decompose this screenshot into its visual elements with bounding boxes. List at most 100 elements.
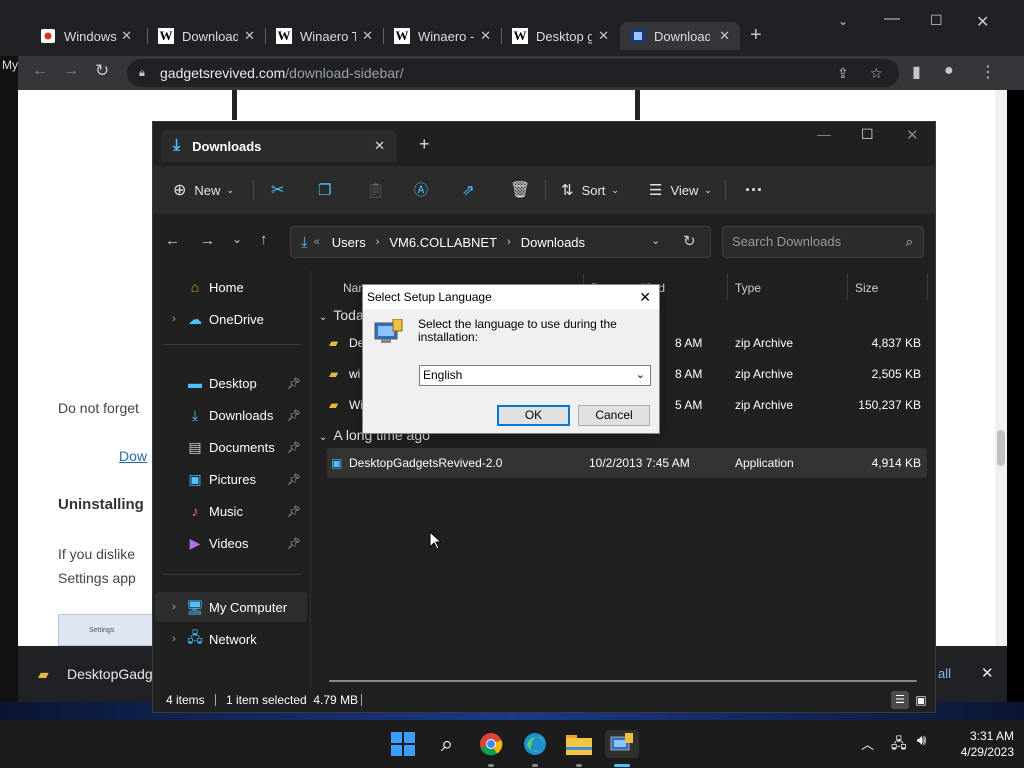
copy-icon[interactable]: ❐	[318, 166, 331, 214]
explorer-tab[interactable]: ⤓ Downloads ✕	[161, 130, 397, 162]
sidebar-item-my-computer[interactable]: › 🖥︎ My Computer	[155, 592, 307, 622]
download-link[interactable]: Dow	[119, 448, 147, 464]
search-input[interactable]: Search Downloads ⌕	[722, 226, 924, 258]
cancel-button[interactable]: Cancel	[578, 405, 650, 426]
close-tab-icon[interactable]: ✕	[598, 28, 609, 44]
breadcrumb-item[interactable]: Users	[332, 235, 366, 250]
column-header-size[interactable]: Size	[855, 276, 878, 300]
side-panel-icon[interactable]: ▮	[912, 62, 921, 82]
minimize-icon[interactable]: —	[884, 10, 900, 28]
table-row-selected[interactable]: ▣ DesktopGadgetsRevived-2.0 10/2/2013 7:…	[327, 448, 927, 478]
start-icon[interactable]	[389, 730, 417, 758]
up-icon[interactable]: ↑	[260, 231, 268, 248]
browser-tab[interactable]: W Download ✕	[148, 22, 265, 50]
show-hidden-icons-icon[interactable]: ︿	[861, 734, 874, 753]
view-button[interactable]: ☰ View ⌄	[649, 166, 712, 214]
back-icon[interactable]: ←	[32, 62, 48, 80]
browser-tab-active[interactable]: Download ✕	[620, 22, 740, 50]
horizontal-scrollbar[interactable]	[329, 680, 917, 682]
sidebar-item-network[interactable]: › 🖧︎ Network	[163, 624, 307, 654]
forward-icon[interactable]: →	[200, 232, 215, 249]
close-tab-icon[interactable]: ✕	[719, 28, 730, 44]
breadcrumb-item[interactable]: VM6.COLLABNET	[389, 235, 497, 250]
url-bar[interactable]: 🔒︎ gadgetsrevived.com/download-sidebar/ …	[127, 59, 899, 87]
page-scrollbar[interactable]	[995, 90, 1007, 646]
minimize-icon[interactable]: —	[817, 126, 831, 142]
browser-tab[interactable]: W Winaero - ✕	[384, 22, 501, 50]
browser-tab[interactable]: Windows ✕	[30, 22, 142, 50]
sidebar-item-documents[interactable]: ▤ Documents 📌︎	[163, 432, 307, 462]
sidebar-item-home[interactable]: ⌂ Home	[163, 272, 307, 302]
rename-icon[interactable]: Ⓐ	[414, 166, 428, 214]
sidebar-item-music[interactable]: ♪ Music 📌︎	[163, 496, 307, 526]
browser-tab[interactable]: W Desktop g ✕	[502, 22, 619, 50]
close-download-bar-icon[interactable]: ✕	[981, 664, 994, 682]
menu-icon[interactable]: ⋮	[980, 62, 996, 82]
winaero-favicon-icon: W	[158, 28, 174, 44]
maximize-icon[interactable]: ☐	[930, 12, 943, 29]
chevron-right-icon[interactable]: ›	[163, 313, 185, 325]
close-window-icon[interactable]: ✕	[906, 126, 919, 144]
setup-app-icon[interactable]	[605, 730, 639, 758]
close-tab-icon[interactable]: ✕	[121, 28, 132, 44]
file-type: zip Archive	[735, 367, 794, 381]
show-all-link[interactable]: all	[938, 666, 951, 681]
forward-icon[interactable]: →	[63, 62, 79, 80]
delete-icon[interactable]: 🗑︎	[510, 166, 530, 214]
tab-search-icon[interactable]: ⌄	[838, 14, 848, 28]
chevron-right-icon[interactable]: ›	[163, 601, 185, 613]
new-tab-icon[interactable]: +	[750, 24, 762, 47]
more-options-icon[interactable]: ···	[745, 166, 763, 214]
chrome-icon[interactable]	[477, 730, 505, 758]
network-status-icon[interactable]: 🖧︎	[891, 733, 907, 757]
installer-icon: ▣	[331, 456, 343, 470]
sidebar-item-videos[interactable]: ▶ Videos 📌︎	[163, 528, 307, 558]
close-tab-icon[interactable]: ✕	[244, 28, 255, 44]
close-window-icon[interactable]: ✕	[976, 12, 989, 32]
new-button[interactable]: ⊕ New ⌄	[173, 166, 234, 214]
breadcrumb-item[interactable]: Downloads	[521, 235, 585, 250]
reload-icon[interactable]: ↻	[95, 61, 109, 81]
scrollbar-thumb[interactable]	[997, 430, 1005, 466]
ok-button[interactable]: OK	[497, 405, 570, 426]
chevron-right-icon[interactable]: ›	[163, 633, 185, 645]
address-bar[interactable]: ⤓ « Users › VM6.COLLABNET › Downloads ⌄ …	[290, 226, 711, 258]
refresh-icon[interactable]: ↻	[683, 232, 696, 250]
volume-icon[interactable]: 🔊︎	[917, 732, 926, 749]
tiles-view-icon[interactable]: ▣	[913, 691, 929, 709]
group-header-today[interactable]: ⌄ Toda	[319, 304, 364, 326]
sidebar-label: Documents	[209, 439, 275, 455]
file-explorer-icon[interactable]	[565, 730, 593, 758]
share-icon[interactable]: ⇗	[462, 166, 475, 214]
details-view-icon[interactable]: ☰	[891, 691, 909, 709]
close-tab-icon[interactable]: ✕	[374, 138, 385, 154]
language-select[interactable]: English ⌄	[419, 365, 651, 386]
edge-icon[interactable]	[521, 730, 549, 758]
sort-button[interactable]: ⇅ Sort ⌄	[561, 166, 619, 214]
cut-icon[interactable]: ✂	[271, 166, 284, 214]
download-item-name[interactable]: DesktopGadge	[67, 666, 160, 682]
back-icon[interactable]: ←	[165, 232, 180, 249]
recent-locations-icon[interactable]: ⌄	[232, 232, 242, 246]
bookmark-star-icon[interactable]: ☆	[870, 59, 883, 87]
sidebar-item-desktop[interactable]: ▬ Desktop 📌︎	[163, 368, 307, 398]
close-tab-icon[interactable]: ✕	[480, 28, 491, 44]
overflow-chevron-icon[interactable]: «	[314, 236, 320, 248]
close-dialog-icon[interactable]: ✕	[639, 285, 651, 309]
sidebar-item-downloads[interactable]: ⤓ Downloads 📌︎	[163, 400, 307, 430]
chevron-down-icon[interactable]: ⌄	[651, 234, 660, 247]
clock[interactable]: 3:31 AM 4/29/2023	[944, 728, 1014, 760]
close-tab-icon[interactable]: ✕	[362, 28, 373, 44]
column-header-type[interactable]: Type	[735, 276, 761, 300]
sidebar-item-onedrive[interactable]: › ☁ OneDrive	[163, 304, 307, 334]
sidebar-label: Pictures	[209, 471, 256, 487]
maximize-icon[interactable]: ☐	[861, 126, 874, 143]
profile-icon[interactable]: ●	[944, 62, 954, 80]
browser-tab[interactable]: W Winaero T ✕	[266, 22, 383, 50]
google-favicon-icon	[40, 28, 56, 44]
search-icon[interactable]: ⌕	[433, 730, 461, 758]
paste-icon[interactable]: 📋︎	[366, 166, 385, 214]
share-icon[interactable]: ⇪	[837, 59, 849, 87]
new-tab-icon[interactable]: +	[419, 134, 430, 155]
sidebar-item-pictures[interactable]: ▣ Pictures 📌︎	[163, 464, 307, 494]
